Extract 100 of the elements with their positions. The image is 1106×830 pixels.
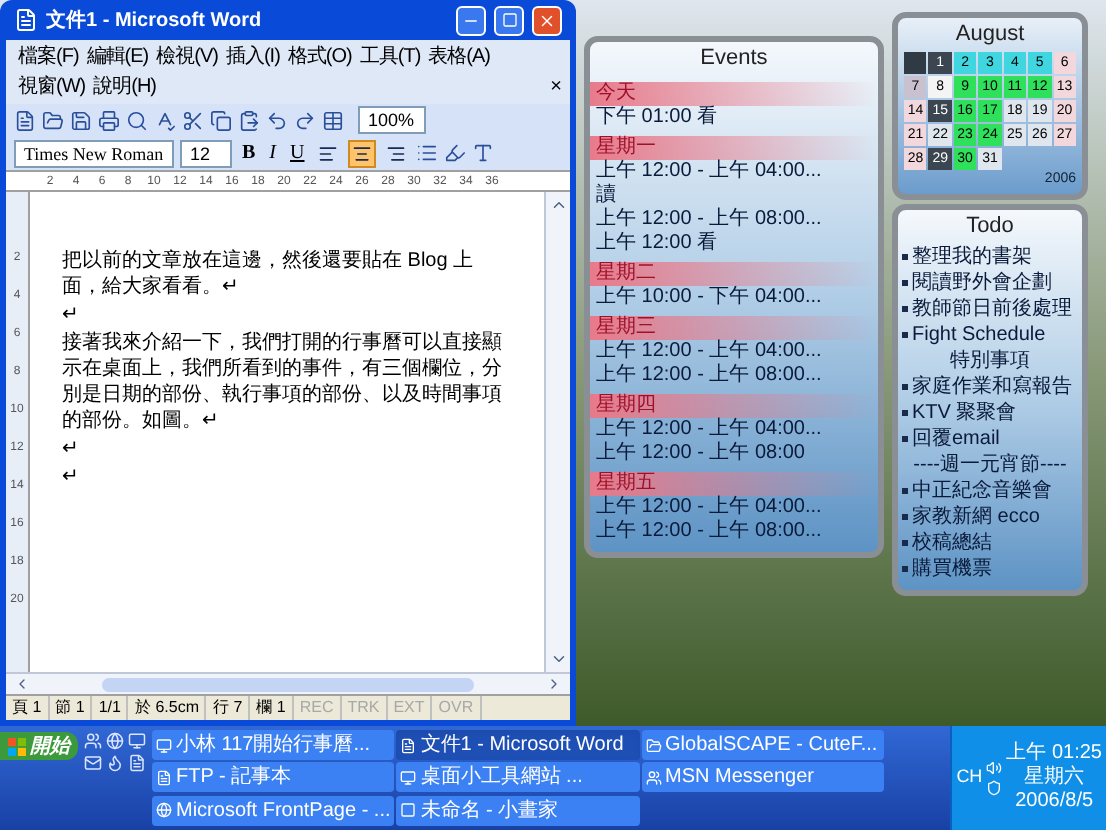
taskbar-button[interactable]: 文件1 - Microsoft Word <box>396 730 640 760</box>
mail-icon[interactable] <box>84 754 102 772</box>
document-paragraph: ↵ <box>62 464 80 490</box>
new-document-icon[interactable] <box>14 109 36 131</box>
taskbar-button[interactable]: 未命名 - 小畫家 <box>396 795 640 826</box>
cut-icon[interactable] <box>182 109 204 131</box>
start-button[interactable]: 開始 <box>0 732 78 760</box>
folder-icon <box>645 737 662 753</box>
copy-icon[interactable] <box>210 109 232 131</box>
globe-icon[interactable] <box>106 732 124 750</box>
undo-icon[interactable] <box>266 109 288 131</box>
document-paragraph: 接著我來介紹一下，我們打開的行事曆可以直接顯示在桌面上，我們所看到的事件，有三個欄位，分別是日期的部份、執行事項的部份、以及時間事項的部份。如圖。↵ <box>62 330 504 434</box>
volume-icon[interactable] <box>986 760 1003 776</box>
event-entry: 上午 12:00 - 上午 08:00... <box>594 519 824 543</box>
shield-icon[interactable] <box>986 780 1003 796</box>
document-icon[interactable] <box>128 754 146 772</box>
event-entry: 下午 01:00 看 <box>594 105 720 129</box>
menu-item[interactable]: 視窗(W) <box>14 72 90 102</box>
todo-heading: 特別事項 <box>948 347 1032 373</box>
scroll-left-icon[interactable] <box>14 676 30 692</box>
menu-item[interactable]: 表格(A) <box>424 42 494 72</box>
taskbar-button[interactable]: Microsoft FrontPage - ... <box>152 795 395 826</box>
document-icon <box>400 737 417 753</box>
close-document-button[interactable]: × <box>550 72 562 102</box>
todo-item: 校稿總結 <box>912 529 992 555</box>
scroll-down-icon[interactable] <box>549 650 567 668</box>
event-entry: 上午 10:00 - 下午 04:00... <box>594 285 824 309</box>
bullet-icon <box>902 409 908 415</box>
bullet-icon <box>902 539 908 545</box>
clock-text: 上午 01:25 <box>1006 742 1102 765</box>
menu-item[interactable]: 工具(T) <box>355 42 425 72</box>
highlighter-icon[interactable] <box>444 142 467 164</box>
todo-item: 閱讀野外會企劃 <box>912 269 1052 295</box>
close-icon <box>538 11 556 29</box>
menu-item[interactable]: 格式(O) <box>283 42 356 72</box>
event-entry: 讀 <box>594 183 618 207</box>
todo-item: 教師節日前後處理 <box>912 295 1072 321</box>
font-size-field[interactable]: 12 <box>180 139 232 167</box>
people-icon[interactable] <box>84 732 102 750</box>
windows-logo-icon <box>8 737 26 755</box>
vertical-scrollbar[interactable] <box>544 192 570 672</box>
italic-button[interactable]: I <box>265 138 281 168</box>
bullet-icon <box>902 565 908 571</box>
print-icon[interactable] <box>98 109 120 131</box>
save-icon[interactable] <box>70 109 92 131</box>
status-bar-field: EXT <box>387 696 433 720</box>
status-bar-field: 欄 1 <box>250 696 294 720</box>
taskbar-button[interactable]: 小林 117開始行事曆... <box>152 730 395 760</box>
clock-text: 星期六 <box>1024 766 1085 790</box>
document-icon <box>156 769 172 786</box>
font-field[interactable]: Times New Roman <box>14 139 174 167</box>
menu-item[interactable]: 編輯(E) <box>82 42 153 72</box>
bold-button[interactable]: B <box>238 138 260 168</box>
horizontal-scroll-thumb[interactable] <box>102 677 474 691</box>
event-entry: 上午 12:00 - 上午 08:00 <box>594 441 807 465</box>
folder-icon[interactable] <box>42 109 64 131</box>
redo-icon[interactable] <box>294 109 316 131</box>
menu-item[interactable]: 插入(I) <box>221 42 284 72</box>
word-app-icon <box>14 8 38 32</box>
zoom-field[interactable]: 100% <box>358 106 426 134</box>
font-color-icon[interactable] <box>472 142 495 164</box>
minimize-button[interactable] <box>456 5 486 35</box>
event-entry: 上午 12:00 - 上午 04:00... <box>594 495 824 519</box>
calendar-month: August <box>953 20 1027 50</box>
gadget-title: Todo <box>964 212 1016 242</box>
bullet-icon <box>902 487 908 493</box>
bullet-icon <box>902 279 908 285</box>
monitor-icon <box>400 769 417 786</box>
todo-item: 家教新網 ecco <box>912 503 1040 529</box>
monitor-icon[interactable] <box>128 732 146 750</box>
document-paragraph: 把以前的文章放在這邊，然後還要貼在 Blog 上面，給大家看看。↵ <box>62 248 476 300</box>
table-icon[interactable] <box>322 109 344 131</box>
todo-item: 購買機票 <box>912 555 992 581</box>
todo-heading: ----週一元宵節---- <box>911 451 1069 477</box>
align-center-icon[interactable] <box>348 139 377 167</box>
menu-item[interactable]: 檔案(F) <box>14 42 83 72</box>
print-preview-icon[interactable] <box>126 109 148 131</box>
close-button[interactable] <box>532 5 562 35</box>
event-entry: 上午 12:00 - 上午 04:00... <box>594 339 824 363</box>
menu-item[interactable]: 說明(H) <box>89 72 160 102</box>
underline-button[interactable]: U <box>286 138 309 168</box>
spell-check-icon[interactable] <box>154 109 176 131</box>
taskbar-button[interactable]: GlobalSCAPE - CuteF... <box>641 730 884 760</box>
taskbar-button[interactable]: 桌面小工具網站 ... <box>396 762 640 793</box>
flame-icon[interactable] <box>106 754 124 772</box>
menu-item[interactable]: 檢視(V) <box>152 42 222 72</box>
todo-item: 回覆email <box>912 425 1000 451</box>
event-entry: 上午 12:00 看 <box>594 231 720 255</box>
scroll-right-icon[interactable] <box>546 676 562 692</box>
event-entry: 上午 12:00 - 上午 08:00... <box>594 363 824 387</box>
taskbar-button[interactable]: FTP - 記事本 <box>152 762 395 793</box>
taskbar-button[interactable]: MSN Messenger <box>641 762 884 793</box>
maximize-button[interactable] <box>494 5 524 35</box>
document-paragraph: ↵ <box>62 302 80 328</box>
paste-icon[interactable] <box>238 109 260 131</box>
square-icon <box>400 802 417 819</box>
scroll-up-icon[interactable] <box>549 196 567 214</box>
bullet-icon <box>902 383 908 389</box>
status-bar-field: TRK <box>341 696 388 720</box>
bullet-icon <box>902 331 908 337</box>
